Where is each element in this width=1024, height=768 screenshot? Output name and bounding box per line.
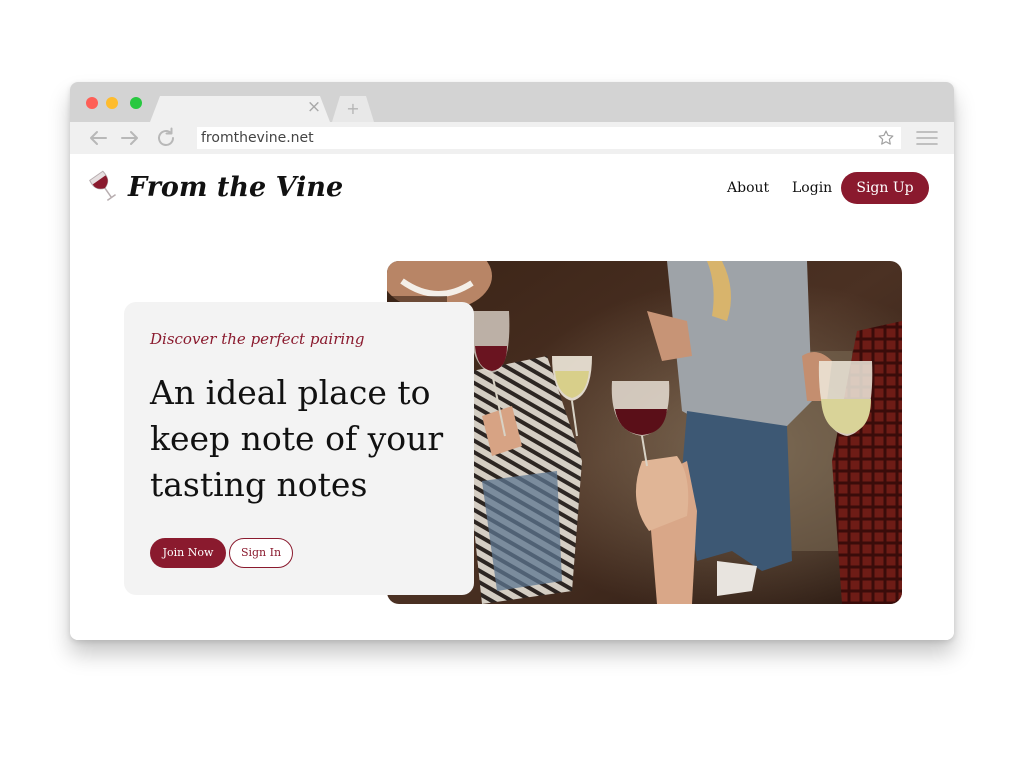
nav-login-link[interactable]: Login: [792, 178, 832, 198]
browser-window: × + fromthevine.net From the Vine About …: [70, 82, 954, 640]
menu-icon[interactable]: [916, 130, 938, 146]
sign-up-button[interactable]: Sign Up: [841, 172, 929, 204]
browser-toolbar: fromthevine.net: [70, 122, 954, 154]
bookmark-star-icon[interactable]: [877, 129, 895, 147]
minimize-window-button[interactable]: [106, 97, 118, 109]
hero-headline: An ideal place to keep note of your tast…: [150, 373, 444, 504]
close-window-button[interactable]: [86, 97, 98, 109]
back-arrow-icon[interactable]: [86, 126, 110, 150]
new-tab-button[interactable]: +: [332, 96, 374, 122]
hero-eyebrow: Discover the perfect pairing: [150, 330, 365, 348]
nav-about-link[interactable]: About: [727, 178, 769, 198]
address-bar[interactable]: fromthevine.net: [197, 127, 901, 149]
join-now-button[interactable]: Join Now: [150, 538, 226, 568]
maximize-window-button[interactable]: [130, 97, 142, 109]
reload-icon[interactable]: [154, 126, 178, 150]
hero-card: Discover the perfect pairing An ideal pl…: [124, 302, 474, 595]
tab-bar: × +: [70, 82, 954, 122]
sign-in-button[interactable]: Sign In: [229, 538, 293, 568]
tab-close-icon[interactable]: ×: [306, 98, 322, 116]
webpage: From the Vine About Login Sign Up Discov…: [70, 154, 954, 640]
site-brand[interactable]: From the Vine: [128, 170, 343, 206]
forward-arrow-icon[interactable]: [118, 126, 142, 150]
browser-tab[interactable]: [150, 96, 330, 122]
wine-glass-logo-icon[interactable]: [88, 170, 124, 206]
